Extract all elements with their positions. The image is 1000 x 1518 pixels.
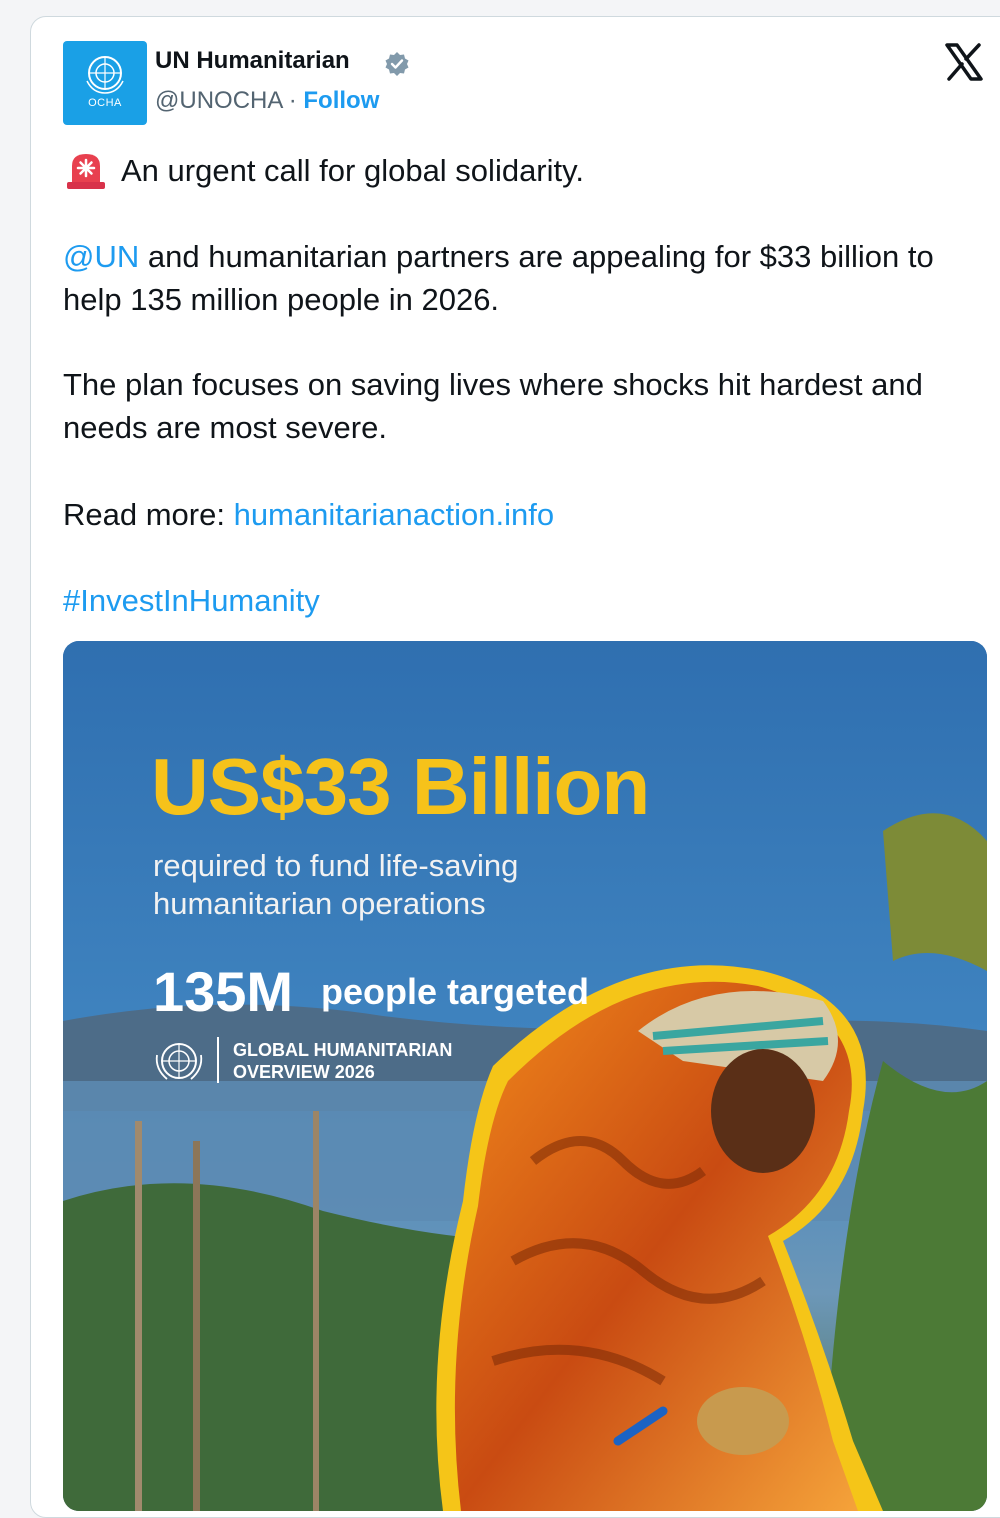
mention-link[interactable]: @UN bbox=[63, 239, 139, 274]
separator: · bbox=[282, 87, 304, 114]
gho-label: GLOBAL HUMANITARIAN OVERVIEW 2026 bbox=[233, 1039, 452, 1083]
read-more-line: Read more: humanitarianaction.info bbox=[63, 493, 993, 536]
tweet-card[interactable]: OCHA UN Humanitarian @UNOCHA · Follow An… bbox=[30, 16, 1000, 1518]
headline-amount: US$33 Billion bbox=[151, 742, 650, 831]
headline-subline: required to fund life-saving humanitaria… bbox=[153, 848, 519, 921]
gho-line-2: OVERVIEW 2026 bbox=[233, 1062, 375, 1082]
verified-badge-icon bbox=[385, 52, 409, 76]
tweet-line-1: An urgent call for global solidarity. bbox=[121, 153, 584, 188]
hashtag-link[interactable]: #InvestInHumanity bbox=[63, 583, 320, 618]
tweet-image[interactable]: US$33 Billion required to fund life-savi… bbox=[63, 641, 987, 1511]
people-count-label: people targeted bbox=[321, 971, 590, 1012]
avatar-text: OCHA bbox=[88, 97, 122, 109]
gho-line-1: GLOBAL HUMANITARIAN bbox=[233, 1040, 453, 1060]
siren-icon bbox=[67, 154, 105, 189]
avatar[interactable]: OCHA bbox=[63, 41, 147, 125]
paragraph-2-text: and humanitarian partners are appealing … bbox=[63, 239, 934, 317]
handle-line: @UNOCHA · Follow bbox=[155, 87, 379, 115]
read-more-prefix: Read more: bbox=[63, 497, 234, 532]
read-more-link[interactable]: humanitarianaction.info bbox=[234, 497, 555, 532]
tweet-paragraph-2: @UN and humanitarian partners are appeal… bbox=[63, 235, 993, 321]
x-logo-icon[interactable] bbox=[944, 43, 984, 81]
handle[interactable]: @UNOCHA bbox=[155, 87, 282, 114]
gho-divider bbox=[217, 1037, 219, 1083]
people-count: 135M bbox=[153, 960, 294, 1023]
un-emblem-icon bbox=[86, 56, 124, 94]
display-name[interactable]: UN Humanitarian bbox=[155, 47, 350, 75]
tweet-paragraph-3: The plan focuses on saving lives where s… bbox=[63, 367, 923, 445]
hashtag-line: #InvestInHumanity bbox=[63, 579, 993, 622]
follow-button[interactable]: Follow bbox=[303, 87, 379, 114]
un-emblem-icon bbox=[155, 1043, 203, 1080]
